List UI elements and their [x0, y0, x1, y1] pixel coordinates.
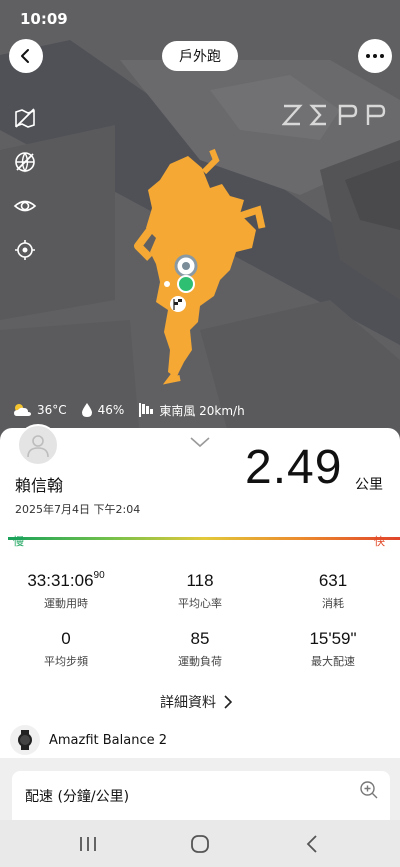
cadence-value: 0 [61, 629, 71, 648]
calories-value: 631 [318, 571, 348, 590]
stat-cadence: 0 平均步頻 [6, 629, 126, 669]
system-back-button[interactable] [300, 832, 324, 856]
stat-training-load: 85 運動負荷 [140, 629, 260, 669]
map-off-icon [15, 108, 35, 128]
weather-bar: 36°C 46% 東南風 20km/h [12, 400, 259, 420]
total-distance: 2.49 [245, 441, 343, 494]
route-map[interactable]: 10:09 戶外跑 36°C 46% 東南風 20km/h [0, 0, 400, 440]
details-link[interactable]: 詳細資料 [160, 692, 232, 712]
locate-icon [15, 240, 35, 260]
details-label: 詳細資料 [160, 695, 216, 711]
wind: 東南風 20km/h [159, 403, 245, 418]
humidity: 46% [97, 403, 125, 417]
globe-off-icon [15, 152, 35, 173]
activity-type-title[interactable]: 戶外跑 [162, 41, 238, 71]
stat-avg-heart-rate: 118 平均心率 [140, 571, 260, 611]
start-marker [177, 275, 195, 293]
load-label: 運動負荷 [178, 655, 222, 668]
visibility-toggle[interactable] [11, 192, 39, 220]
eye-icon [13, 200, 37, 212]
device-name: Amazfit Balance 2 [49, 732, 168, 748]
globe-toggle[interactable] [11, 148, 39, 176]
partly-cloudy-icon [12, 402, 32, 418]
zoom-in-button[interactable] [359, 780, 379, 804]
locate-button[interactable] [11, 236, 39, 264]
pace-fast-label: 快 [374, 535, 385, 548]
avg-hr-value: 118 [186, 571, 214, 590]
chevron-down-icon [190, 437, 210, 448]
distance-unit: 公里 [355, 477, 383, 493]
home-button[interactable] [188, 832, 212, 856]
max-pace-label: 最大配速 [311, 655, 355, 668]
stat-max-pace: 15'59" 最大配速 [273, 629, 393, 669]
recent-apps-icon [80, 837, 96, 851]
recent-apps-button[interactable] [76, 832, 100, 856]
duration-value: 33:31:06 [27, 571, 94, 590]
system-nav-bar [0, 820, 400, 867]
pace-slow-label: 慢 [13, 535, 24, 548]
pace-chart-card[interactable]: 配速 (分鐘/公里) [12, 771, 390, 821]
collapse-sheet-button[interactable] [189, 433, 211, 452]
status-time: 10:09 [20, 10, 68, 28]
user-silhouette-icon [27, 435, 49, 458]
zoom-in-icon [360, 781, 378, 799]
chevron-right-icon [224, 695, 232, 709]
watch-icon [10, 725, 40, 755]
duration-fraction: 90 [93, 570, 105, 581]
zepp-logo [282, 104, 386, 126]
finish-flag-icon [170, 296, 186, 312]
back-chevron-icon [306, 835, 317, 853]
max-pace-value: 15'59" [309, 629, 357, 648]
activity-date: 2025年7月4日 下午2:04 [15, 503, 141, 516]
avatar[interactable] [17, 424, 59, 466]
user-name: 賴信翰 [15, 476, 64, 495]
cadence-label: 平均步頻 [44, 655, 88, 668]
chevron-left-icon [21, 49, 29, 63]
stat-calories: 631 消耗 [273, 571, 393, 611]
more-options-button[interactable] [358, 39, 392, 73]
pace-section-title: 配速 (分鐘/公里) [25, 789, 130, 805]
more-dots-icon [366, 54, 384, 58]
map-layer-toggle[interactable] [11, 104, 39, 132]
calories-label: 消耗 [322, 597, 344, 610]
humidity-drop-icon [81, 402, 93, 418]
route-fill [146, 156, 256, 378]
device-row[interactable]: Amazfit Balance 2 [10, 725, 167, 755]
back-button[interactable] [9, 39, 43, 73]
stat-duration: 33:31:0690 運動用時 [6, 570, 126, 611]
temperature: 36°C [37, 403, 67, 417]
wind-flag-icon [138, 402, 154, 418]
home-icon [191, 835, 209, 853]
load-value: 85 [190, 629, 210, 648]
duration-label: 運動用時 [44, 597, 88, 610]
avg-hr-label: 平均心率 [178, 597, 222, 610]
pace-gradient-bar [8, 537, 400, 540]
